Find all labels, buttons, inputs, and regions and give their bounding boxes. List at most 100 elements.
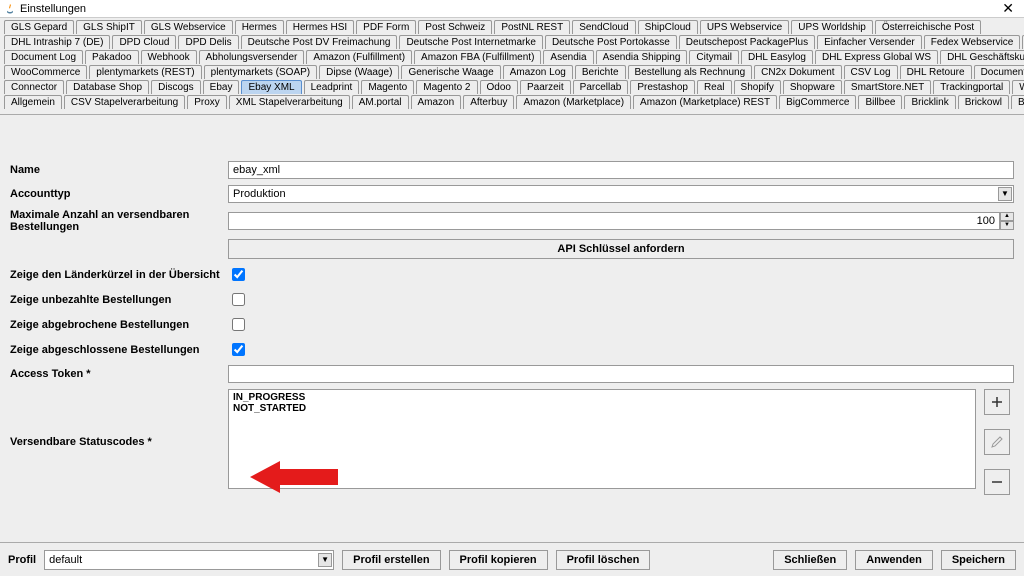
tab-dhl-retoure[interactable]: DHL Retoure: [900, 65, 972, 79]
list-item[interactable]: IN_PROGRESS: [233, 392, 971, 403]
tab-dhl-express-global-ws[interactable]: DHL Express Global WS: [815, 50, 938, 64]
tab-csv-stapelverarbeitung[interactable]: CSV Stapelverarbeitung: [64, 95, 185, 109]
tab-woocommerce[interactable]: WooCommerce: [4, 65, 87, 79]
show-unpaid-checkbox[interactable]: [232, 293, 245, 306]
tab-leadprint[interactable]: Leadprint: [304, 80, 360, 94]
tab-amazon[interactable]: Amazon: [411, 95, 462, 109]
tab-dhl-easylog[interactable]: DHL Easylog: [741, 50, 813, 64]
tab-einfacher-versender[interactable]: Einfacher Versender: [817, 35, 922, 49]
name-input[interactable]: [228, 161, 1014, 179]
tab-citymail[interactable]: Citymail: [689, 50, 739, 64]
tab-amazon-fulfillment-[interactable]: Amazon (Fulfillment): [306, 50, 412, 64]
tab-weclapp[interactable]: Weclapp: [1012, 80, 1024, 94]
tab-fedex-webservice[interactable]: Fedex Webservice: [924, 35, 1021, 49]
tab-database-shop[interactable]: Database Shop: [66, 80, 149, 94]
profile-delete-button[interactable]: Profil löschen: [556, 550, 651, 570]
tab-afterbuy[interactable]: Afterbuy: [463, 95, 514, 109]
tab-pdf-form[interactable]: PDF Form: [356, 20, 416, 34]
close-icon[interactable]: ✕: [998, 0, 1018, 17]
tab-ebay-xml[interactable]: Ebay XML: [241, 80, 301, 94]
chevron-down-icon[interactable]: ▼: [998, 187, 1012, 201]
tab-dpd-delis[interactable]: DPD Delis: [178, 35, 238, 49]
tab-webhook[interactable]: Webhook: [141, 50, 197, 64]
show-completed-checkbox[interactable]: [232, 343, 245, 356]
tab-asendia[interactable]: Asendia: [543, 50, 593, 64]
tab-deutsche-post-internetmarke[interactable]: Deutsche Post Internetmarke: [399, 35, 543, 49]
tab-postnl-rest[interactable]: PostNL REST: [494, 20, 570, 34]
close-button[interactable]: Schließen: [773, 550, 847, 570]
tab-trackingportal[interactable]: Trackingportal: [933, 80, 1010, 94]
tab-berichte[interactable]: Berichte: [575, 65, 626, 79]
tab-shopify[interactable]: Shopify: [734, 80, 781, 94]
show-cancelled-checkbox[interactable]: [232, 318, 245, 331]
tab-gls-webservice[interactable]: GLS Webservice: [144, 20, 233, 34]
tab-sendcloud[interactable]: SendCloud: [572, 20, 635, 34]
spinner-down-icon[interactable]: ▼: [1000, 221, 1014, 230]
tab-am-portal[interactable]: AM.portal: [352, 95, 409, 109]
tab-document-log[interactable]: Document Log: [4, 50, 83, 64]
tab-asendia-shipping[interactable]: Asendia Shipping: [596, 50, 688, 64]
tab-plentymarkets-soap-[interactable]: plentymarkets (SOAP): [204, 65, 317, 79]
tab-dhl-intraship-7-de-[interactable]: DHL Intraship 7 (DE): [4, 35, 110, 49]
tab-deutsche-post-portokasse[interactable]: Deutsche Post Portokasse: [545, 35, 677, 49]
spinner-up-icon[interactable]: ▲: [1000, 212, 1014, 221]
tab-real[interactable]: Real: [697, 80, 732, 94]
tab-bestellung-als-rechnung[interactable]: Bestellung als Rechnung: [628, 65, 753, 79]
apply-button[interactable]: Anwenden: [855, 550, 933, 570]
api-key-button[interactable]: API Schlüssel anfordern: [228, 239, 1014, 259]
tab-gls-shipit[interactable]: GLS ShipIT: [76, 20, 142, 34]
tab-shopware[interactable]: Shopware: [783, 80, 842, 94]
tab-magento[interactable]: Magento: [361, 80, 414, 94]
tab-gls-gepard[interactable]: GLS Gepard: [4, 20, 74, 34]
tab-magento-2[interactable]: Magento 2: [416, 80, 477, 94]
tab-dpd-cloud[interactable]: DPD Cloud: [112, 35, 176, 49]
maxorders-input[interactable]: [228, 212, 1000, 230]
show-country-checkbox[interactable]: [232, 268, 245, 281]
tab-plentymarkets-rest-[interactable]: plentymarkets (REST): [89, 65, 201, 79]
tab-amazon-marketplace-[interactable]: Amazon (Marketplace): [516, 95, 631, 109]
tab--sterreichische-post[interactable]: Österreichische Post: [875, 20, 981, 34]
tab-cn2x-dokument[interactable]: CN2x Dokument: [754, 65, 841, 79]
tab-hermes[interactable]: Hermes: [235, 20, 284, 34]
edit-statuscode-button[interactable]: [984, 429, 1010, 455]
tab-allgemein[interactable]: Allgemein: [4, 95, 62, 109]
tab-pakadoo[interactable]: Pakadoo: [85, 50, 138, 64]
tab-deutsche-post-dv-freimachung[interactable]: Deutsche Post DV Freimachung: [241, 35, 398, 49]
tab-csv-log[interactable]: CSV Log: [844, 65, 898, 79]
profile-create-button[interactable]: Profil erstellen: [342, 550, 440, 570]
tab-smartstore-net[interactable]: SmartStore.NET: [844, 80, 931, 94]
tab-billbee[interactable]: Billbee: [858, 95, 902, 109]
statuscodes-listbox[interactable]: IN_PROGRESS NOT_STARTED: [228, 389, 976, 489]
tab-amazon-log[interactable]: Amazon Log: [503, 65, 573, 79]
profile-copy-button[interactable]: Profil kopieren: [449, 550, 548, 570]
tab-dhl-gesch-ftskundenversand[interactable]: DHL Geschäftskundenversand: [940, 50, 1024, 64]
tab-prestashop[interactable]: Prestashop: [630, 80, 695, 94]
tab-paarzeit[interactable]: Paarzeit: [520, 80, 571, 94]
tab-dipse-waage-[interactable]: Dipse (Waage): [319, 65, 399, 79]
tab-parcellab[interactable]: Parcellab: [573, 80, 629, 94]
list-item[interactable]: NOT_STARTED: [233, 403, 971, 414]
tab-ups-webservice[interactable]: UPS Webservice: [700, 20, 789, 34]
tab-brickscout[interactable]: Brickscout: [1011, 95, 1024, 109]
tab-odoo[interactable]: Odoo: [480, 80, 518, 94]
tab-document-downloader[interactable]: Document Downloader: [974, 65, 1024, 79]
chevron-down-icon[interactable]: ▼: [318, 553, 332, 567]
tab-discogs[interactable]: Discogs: [151, 80, 201, 94]
accounttype-select[interactable]: [228, 185, 1014, 203]
tab-ups-worldship[interactable]: UPS Worldship: [791, 20, 873, 34]
tab-deutschepost-packageplus[interactable]: Deutschepost PackagePlus: [679, 35, 815, 49]
tab-connector[interactable]: Connector: [4, 80, 64, 94]
tab-abholungsversender[interactable]: Abholungsversender: [199, 50, 305, 64]
remove-statuscode-button[interactable]: [984, 469, 1010, 495]
tab-amazon-fba-fulfillment-[interactable]: Amazon FBA (Fulfillment): [414, 50, 541, 64]
tab-bigcommerce[interactable]: BigCommerce: [779, 95, 856, 109]
tab-bricklink[interactable]: Bricklink: [904, 95, 955, 109]
tab-amazon-marketplace-rest[interactable]: Amazon (Marketplace) REST: [633, 95, 777, 109]
tab-hermes-hsi[interactable]: Hermes HSI: [286, 20, 354, 34]
tab-proxy[interactable]: Proxy: [187, 95, 227, 109]
tab-generische-waage[interactable]: Generische Waage: [401, 65, 500, 79]
profile-select[interactable]: [44, 550, 334, 570]
tab-shipcloud[interactable]: ShipCloud: [638, 20, 698, 34]
tab-ebay[interactable]: Ebay: [203, 80, 240, 94]
access-token-input[interactable]: [228, 365, 1014, 383]
